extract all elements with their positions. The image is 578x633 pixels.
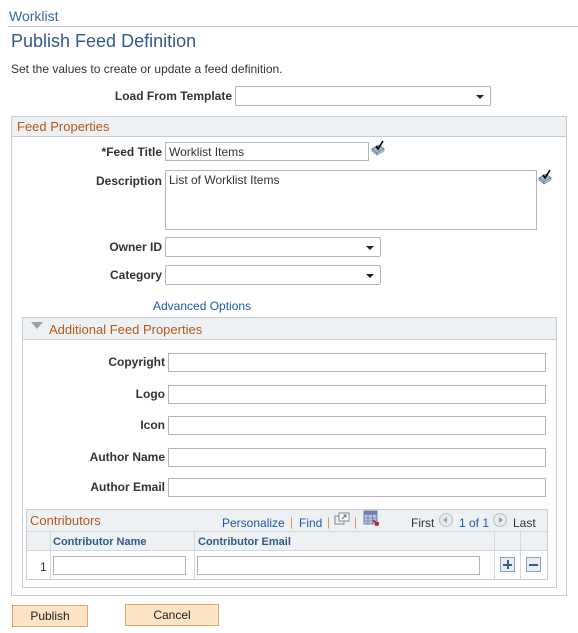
load-template-label: Load From Template (114, 89, 232, 103)
load-template-select[interactable] (235, 86, 491, 106)
copyright-input[interactable] (168, 353, 546, 372)
contributor-name-input[interactable] (53, 556, 186, 575)
toolbar-separator: | (354, 515, 358, 529)
owner-id-label: Owner ID (109, 240, 162, 254)
col-divider (520, 532, 521, 579)
category-label: Category (109, 268, 162, 282)
download-excel-icon[interactable] (363, 510, 380, 527)
owner-id-select[interactable] (165, 237, 381, 257)
delete-row-icon[interactable] (526, 557, 541, 572)
add-row-icon[interactable] (500, 557, 515, 572)
page-title: Publish Feed Definition (11, 31, 197, 51)
row-number: 1 (40, 560, 47, 574)
advanced-options-link[interactable]: Advanced Options (153, 299, 251, 313)
spell-check-icon[interactable] (370, 140, 386, 156)
publish-button[interactable]: Publish (12, 605, 88, 627)
author-email-label: Author Email (90, 480, 165, 494)
additional-properties-title: Additional Feed Properties (49, 322, 203, 337)
feed-properties-header: Feed Properties (12, 117, 566, 137)
collapse-triangle-icon[interactable] (31, 322, 43, 329)
column-header-contributor-email[interactable]: Contributor Email (198, 536, 291, 548)
toolbar-separator: | (290, 515, 294, 529)
author-email-input[interactable] (168, 478, 546, 497)
feed-title-label: *Feed Title (101, 145, 162, 159)
divider (8, 26, 578, 27)
col-divider (50, 532, 51, 579)
icon-label: Icon (140, 418, 165, 432)
previous-arrow-icon[interactable] (439, 513, 453, 527)
personalize-link[interactable]: Personalize (222, 516, 285, 530)
first-label: First (411, 516, 435, 530)
breadcrumb[interactable]: Worklist (9, 8, 59, 24)
instructions: Set the values to create or update a fee… (11, 62, 283, 76)
find-link[interactable]: Find (299, 516, 322, 530)
description-textarea[interactable]: List of Worklist Items (165, 170, 537, 230)
description-label: Description (95, 174, 162, 188)
cancel-button[interactable]: Cancel (125, 604, 219, 626)
icon-input[interactable] (168, 416, 546, 435)
view-all-icon[interactable] (334, 512, 350, 526)
chevron-down-icon (476, 95, 484, 99)
copyright-label: Copyright (108, 355, 165, 369)
spell-check-icon[interactable] (537, 169, 553, 185)
col-divider (194, 532, 195, 579)
logo-input[interactable] (168, 385, 546, 404)
chevron-down-icon (366, 274, 374, 278)
col-divider (494, 532, 495, 579)
column-header-contributor-name[interactable]: Contributor Name (53, 536, 147, 548)
last-label: Last (513, 516, 536, 530)
category-select[interactable] (165, 265, 381, 285)
page-range: 1 of 1 (459, 516, 490, 530)
author-name-label: Author Name (89, 450, 165, 464)
feed-title-input[interactable] (165, 142, 369, 161)
author-name-input[interactable] (168, 448, 546, 467)
contributor-email-input[interactable] (197, 556, 480, 575)
next-arrow-icon[interactable] (493, 513, 507, 527)
additional-properties-header[interactable]: Additional Feed Properties (23, 318, 556, 340)
chevron-down-icon (366, 246, 374, 250)
toolbar-separator: | (327, 515, 331, 529)
logo-label: Logo (135, 387, 165, 401)
contributors-title: Contributors (30, 513, 101, 528)
